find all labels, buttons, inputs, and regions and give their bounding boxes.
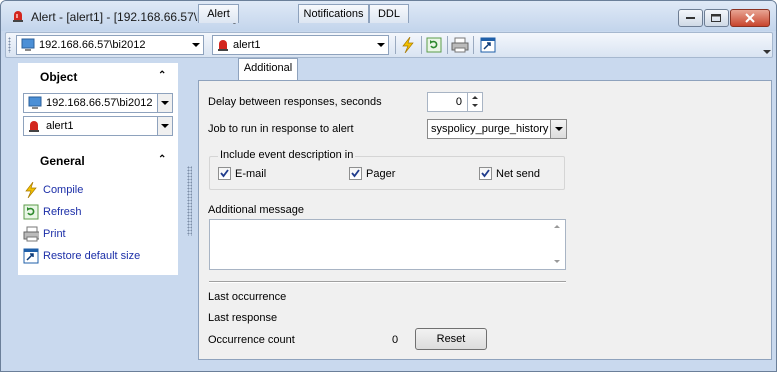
chevron-down-icon[interactable]: [550, 120, 566, 138]
tab-alert-label: Alert: [207, 8, 230, 20]
toolbar-grip[interactable]: [8, 37, 11, 53]
print-icon: [23, 226, 39, 242]
toolbar-separator: [473, 36, 474, 54]
refresh-icon: [23, 204, 39, 220]
collapse-icon[interactable]: ⌃: [158, 70, 166, 81]
alert-window: Alert - [alert1] - [192.168.66.57\bi2012…: [0, 0, 777, 372]
restore-size-icon: [23, 248, 39, 264]
additional-tab-panel: Delay between responses, seconds 0 Job t…: [198, 80, 772, 360]
reset-button[interactable]: Reset: [415, 328, 487, 350]
print-link-label: Print: [43, 228, 66, 240]
server-icon: [28, 96, 42, 113]
scroll-down-icon[interactable]: [554, 260, 560, 263]
object-header-label: Object: [40, 70, 78, 84]
toolbar: 192.168.66.57\bi2012 alert1: [5, 32, 773, 58]
collapse-icon[interactable]: ⌃: [158, 154, 166, 165]
occurrence-count-label: Occurrence count: [208, 334, 295, 346]
chevron-down-icon: [192, 43, 200, 47]
toolbar-separator: [421, 36, 422, 54]
compile-link[interactable]: Compile: [23, 181, 83, 199]
delay-value: 0: [455, 96, 462, 108]
tab-notifications-label: Notifications: [303, 8, 364, 20]
object-server-value: 192.168.66.57\bi2012: [46, 97, 153, 109]
alert-siren-icon: [28, 119, 40, 136]
object-section-header[interactable]: Object ⌃: [18, 65, 178, 87]
toolbar-overflow[interactable]: [760, 32, 774, 58]
server-combo[interactable]: 192.168.66.57\bi2012: [16, 35, 204, 55]
tab-additional[interactable]: Additional: [238, 58, 298, 80]
navigation-pane: Object ⌃ 192.168.66.57\bi2012 alert1 Gen…: [18, 63, 178, 275]
pager-checkbox-label: Pager: [366, 167, 396, 180]
email-checkbox[interactable]: E-mail: [218, 167, 266, 180]
tab-ddl[interactable]: DDL: [369, 4, 409, 23]
tab-alert[interactable]: Alert: [198, 4, 239, 23]
occurrence-count-value: 0: [392, 334, 399, 346]
scroll-up-icon[interactable]: [554, 225, 560, 228]
include-event-group: Include event description in E-mail Page…: [209, 149, 565, 190]
checkbox-checked-icon[interactable]: [349, 167, 362, 180]
chevron-down-icon[interactable]: [157, 117, 172, 135]
refresh-link-label: Refresh: [43, 206, 82, 218]
alert-combo[interactable]: alert1: [212, 35, 389, 55]
net-send-checkbox[interactable]: Net send: [479, 167, 540, 180]
textarea-scrollbar[interactable]: [548, 220, 565, 269]
object-alert-value: alert1: [46, 120, 74, 132]
job-select[interactable]: syspolicy_purge_history: [427, 119, 567, 139]
delay-spinner[interactable]: 0: [427, 92, 483, 112]
spinner-down-icon[interactable]: [472, 104, 478, 107]
checkbox-checked-icon[interactable]: [479, 167, 492, 180]
compile-icon[interactable]: [398, 36, 418, 54]
pane-splitter[interactable]: [187, 166, 192, 236]
chevron-down-icon: [377, 43, 385, 47]
pager-checkbox[interactable]: Pager: [349, 167, 395, 180]
email-checkbox-label: E-mail: [235, 167, 267, 180]
job-label: Job to run in response to alert: [208, 123, 354, 135]
restore-size-link-label: Restore default size: [43, 250, 141, 262]
close-button[interactable]: [730, 9, 770, 27]
compile-icon: [23, 182, 39, 198]
compile-link-label: Compile: [43, 184, 84, 196]
general-header-label: General: [40, 154, 85, 168]
tab-additional-label: Additional: [243, 62, 293, 74]
alert-siren-icon: [11, 9, 25, 23]
toolbar-separator: [395, 36, 396, 54]
reset-button-label: Reset: [436, 333, 466, 345]
alert-combo-value: alert1: [233, 39, 261, 51]
net-send-checkbox-label: Net send: [496, 167, 541, 180]
additional-message-textarea[interactable]: [209, 219, 566, 270]
spinner-buttons[interactable]: [467, 93, 482, 111]
refresh-link[interactable]: Refresh: [23, 203, 82, 221]
toolbar-separator: [447, 36, 448, 54]
maximize-button[interactable]: [704, 9, 729, 27]
server-icon: [21, 38, 35, 52]
restore-size-icon[interactable]: [478, 36, 498, 54]
include-event-group-title: Include event description in: [218, 149, 356, 161]
server-combo-value: 192.168.66.57\bi2012: [39, 39, 146, 51]
tab-ddl-label: DDL: [377, 8, 400, 20]
print-link[interactable]: Print: [23, 225, 66, 243]
object-alert-combo[interactable]: alert1: [23, 116, 173, 136]
chevron-down-icon[interactable]: [157, 94, 172, 112]
delay-label: Delay between responses, seconds: [208, 96, 382, 108]
minimize-button[interactable]: [678, 9, 703, 27]
object-server-combo[interactable]: 192.168.66.57\bi2012: [23, 93, 173, 113]
alert-siren-icon: [217, 38, 229, 52]
refresh-icon[interactable]: [424, 36, 444, 54]
job-select-value: syspolicy_purge_history: [431, 123, 549, 135]
checkbox-checked-icon[interactable]: [218, 167, 231, 180]
print-icon[interactable]: [450, 36, 470, 54]
tab-notifications[interactable]: Notifications: [298, 4, 369, 23]
last-response-label: Last response: [208, 312, 278, 324]
restore-size-link[interactable]: Restore default size: [23, 247, 140, 265]
general-section-header[interactable]: General ⌃: [18, 149, 178, 171]
spinner-up-icon[interactable]: [472, 96, 478, 99]
divider: [209, 281, 566, 283]
last-occurrence-label: Last occurrence: [208, 291, 287, 303]
additional-message-label: Additional message: [208, 204, 305, 216]
